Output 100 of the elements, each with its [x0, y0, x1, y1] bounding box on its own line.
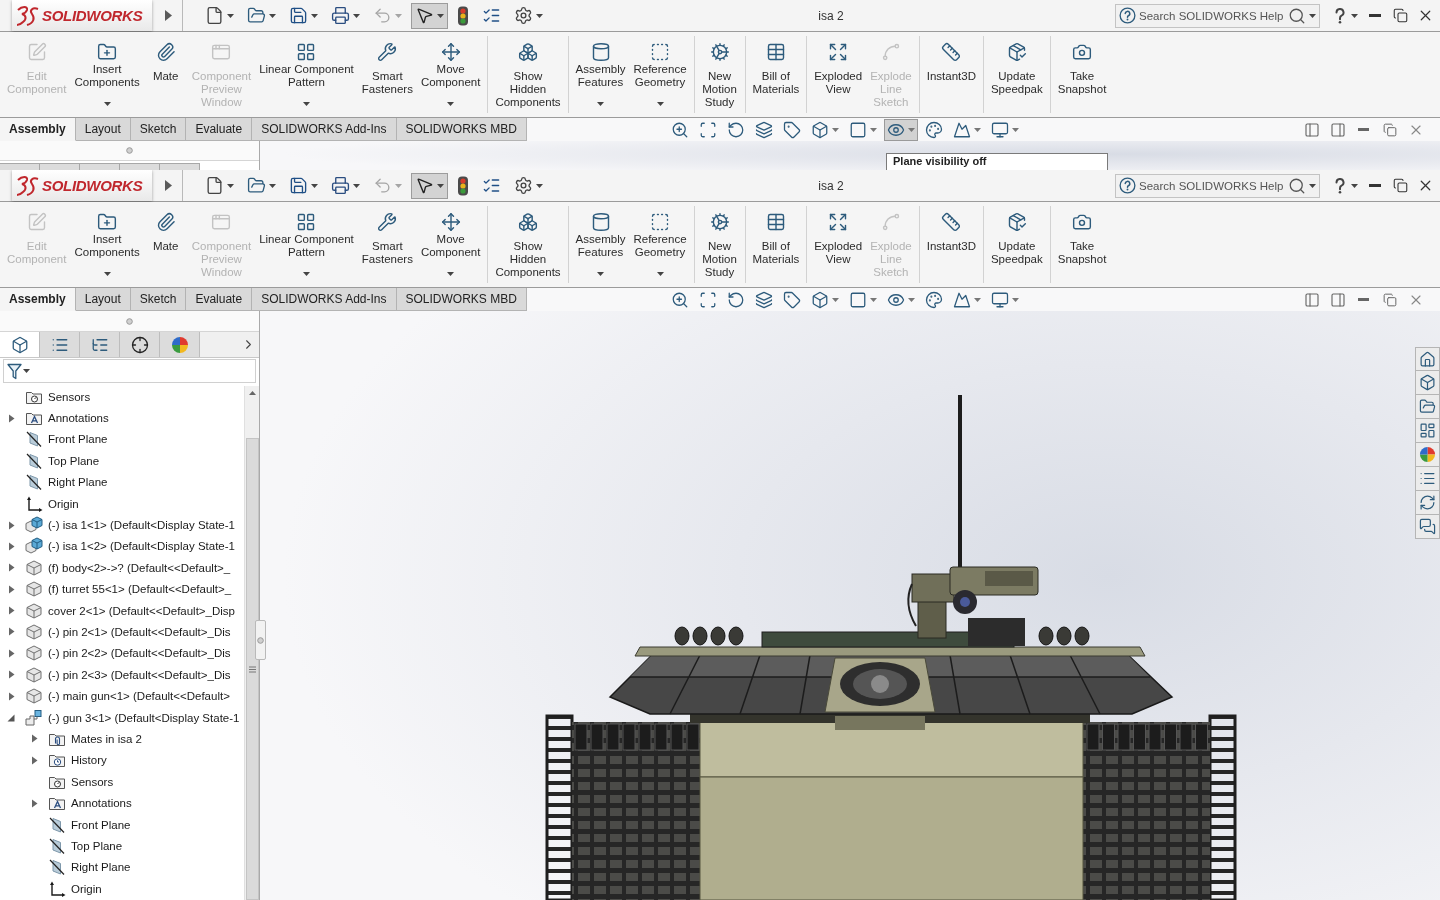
- expand-arrow-icon[interactable]: [7, 584, 15, 594]
- tab[interactable]: Layout: [75, 288, 131, 311]
- expand-arrow-icon[interactable]: [7, 670, 15, 680]
- tab[interactable]: SOLIDWORKS Add-Ins: [252, 118, 397, 141]
- tree-item[interactable]: (f) turret 55<1> (Default<<Default>_: [48, 583, 232, 596]
- tree-item[interactable]: Front Plane: [71, 818, 131, 831]
- expand-arrow-icon[interactable]: [7, 541, 15, 551]
- ribbon-button[interactable]: Show Hidden Components: [491, 206, 565, 283]
- ribbon-button[interactable]: Smart Fasteners: [357, 206, 417, 283]
- ribbon-button[interactable]: Show Hidden Components: [491, 36, 565, 113]
- search-box[interactable]: Search SOLIDWORKS Help: [1115, 173, 1320, 198]
- ribbon-button[interactable]: Linear Component Pattern: [255, 206, 358, 283]
- tree-item[interactable]: Right Plane: [71, 861, 131, 874]
- tree-item[interactable]: (-) pin 2<3> (Default<<Default>_Dis: [48, 668, 231, 681]
- tree-item[interactable]: Top Plane: [48, 454, 100, 467]
- tree-item[interactable]: Sensors: [48, 390, 91, 403]
- tree-item[interactable]: Mates in isa 2: [71, 732, 142, 745]
- task-pane-button[interactable]: [1415, 491, 1440, 515]
- panel-tab[interactable]: [0, 332, 40, 357]
- ribbon-button[interactable]: New Motion Study: [697, 206, 742, 283]
- ribbon-button[interactable]: Bill of Materials: [748, 206, 804, 283]
- ribbon-button[interactable]: Exploded View: [810, 206, 867, 283]
- ribbon-button[interactable]: Reference Geometry: [629, 206, 691, 283]
- expand-arrow-icon[interactable]: [7, 648, 15, 658]
- graphics-area[interactable]: [260, 311, 1440, 900]
- graphics-area[interactable]: Plane visibility off: [260, 141, 1440, 170]
- ribbon-button[interactable]: Take Snapshot: [1053, 206, 1111, 283]
- panel-splitter-handle[interactable]: [255, 620, 266, 660]
- ribbon-button[interactable]: Move Component: [416, 206, 485, 283]
- task-pane-button[interactable]: [1415, 395, 1440, 419]
- tree-item[interactable]: Annotations: [48, 412, 109, 425]
- task-pane-button[interactable]: [1415, 467, 1440, 491]
- tree-item[interactable]: History: [71, 754, 107, 767]
- ribbon-button[interactable]: Bill of Materials: [748, 36, 804, 113]
- tab[interactable]: Evaluate: [186, 118, 253, 141]
- ribbon-button[interactable]: Take Snapshot: [1053, 36, 1111, 113]
- scrollbar[interactable]: [244, 386, 259, 900]
- logo-button[interactable]: SOLIDWORKS: [12, 0, 152, 31]
- hide-show-button[interactable]: [884, 118, 918, 141]
- tree-item[interactable]: (-) main gun<1> (Default<<Default>: [48, 690, 230, 703]
- task-pane-button[interactable]: [1415, 515, 1440, 539]
- tab[interactable]: Assembly: [0, 118, 76, 141]
- expand-arrow-icon[interactable]: [7, 413, 15, 423]
- search-field[interactable]: Search SOLIDWORKS Help: [1139, 6, 1285, 25]
- tree-item[interactable]: (f) body<2>->? (Default<<Default>_: [48, 561, 231, 574]
- ribbon-button[interactable]: Exploded View: [810, 36, 867, 113]
- tree-item[interactable]: (-) isa 1<2> (Default<Display State-1: [48, 540, 235, 553]
- panel-tab[interactable]: [80, 332, 120, 357]
- ribbon-button[interactable]: Insert Components: [70, 36, 144, 113]
- search-field[interactable]: Search SOLIDWORKS Help: [1139, 176, 1285, 195]
- tree-item[interactable]: Annotations: [71, 797, 132, 810]
- tree-item[interactable]: Front Plane: [48, 433, 108, 446]
- ribbon-button[interactable]: Assembly Features: [571, 36, 630, 113]
- ribbon-button[interactable]: Update Speedpak: [986, 206, 1047, 283]
- expand-arrow-icon[interactable]: [7, 627, 15, 637]
- tree-item[interactable]: (-) pin 2<1> (Default<<Default>_Dis: [48, 626, 231, 638]
- tree-item[interactable]: (-) pin 2<2> (Default<<Default>_Dis: [48, 647, 231, 660]
- expand-arrow-icon[interactable]: [30, 798, 38, 808]
- ribbon-button[interactable]: Smart Fasteners: [357, 36, 417, 113]
- tree-item[interactable]: (-) gun 3<1> (Default<Display State-1: [48, 711, 240, 724]
- ribbon-button[interactable]: Insert Components: [70, 206, 144, 283]
- select-button[interactable]: [411, 172, 448, 199]
- expand-arrow-icon[interactable]: [7, 606, 15, 616]
- task-pane-button[interactable]: [1415, 419, 1440, 443]
- ribbon-button[interactable]: Instant3D: [922, 206, 980, 283]
- tree-item[interactable]: Top Plane: [71, 839, 123, 852]
- ribbon-button[interactable]: Linear Component Pattern: [255, 36, 358, 113]
- task-pane-button[interactable]: [1415, 443, 1440, 467]
- tab[interactable]: SOLIDWORKS MBD: [396, 288, 527, 311]
- ribbon-button[interactable]: Reference Geometry: [629, 36, 691, 113]
- ribbon-button[interactable]: Move Component: [416, 36, 485, 113]
- scrollbar-thumb[interactable]: [245, 438, 259, 900]
- expand-arrow-icon[interactable]: [7, 563, 15, 573]
- expand-arrow-icon[interactable]: [30, 755, 38, 765]
- expand-arrow-icon[interactable]: [7, 520, 15, 530]
- tree-item[interactable]: (-) isa 1<1> (Default<Display State-1: [48, 519, 235, 532]
- tree-item[interactable]: Sensors: [71, 775, 114, 788]
- tree-item[interactable]: Origin: [71, 882, 102, 895]
- ribbon-button[interactable]: Mate: [143, 36, 188, 113]
- task-pane-button[interactable]: [1415, 347, 1440, 371]
- filter-field[interactable]: [3, 359, 256, 383]
- tree-item[interactable]: cover 2<1> (Default<<Default>_Disp: [48, 604, 235, 617]
- ribbon-button[interactable]: Instant3D: [922, 36, 980, 113]
- tab[interactable]: Assembly: [0, 288, 76, 311]
- logo-button[interactable]: SOLIDWORKS: [12, 170, 152, 201]
- ribbon-button[interactable]: Assembly Features: [571, 206, 630, 283]
- search-box[interactable]: Search SOLIDWORKS Help: [1115, 3, 1320, 28]
- tab[interactable]: Evaluate: [186, 288, 253, 311]
- tab[interactable]: Sketch: [130, 288, 187, 311]
- ribbon-button[interactable]: Update Speedpak: [986, 36, 1047, 113]
- tab[interactable]: Layout: [75, 118, 131, 141]
- tree-item[interactable]: Right Plane: [48, 476, 108, 489]
- panel-tab[interactable]: [120, 332, 160, 357]
- expand-arrow-icon[interactable]: [30, 734, 38, 744]
- select-button[interactable]: [411, 2, 448, 29]
- tab[interactable]: SOLIDWORKS MBD: [396, 118, 527, 141]
- tab[interactable]: Sketch: [130, 118, 187, 141]
- ribbon-button[interactable]: New Motion Study: [697, 36, 742, 113]
- task-pane-button[interactable]: [1415, 371, 1440, 395]
- ribbon-button[interactable]: Mate: [143, 206, 188, 283]
